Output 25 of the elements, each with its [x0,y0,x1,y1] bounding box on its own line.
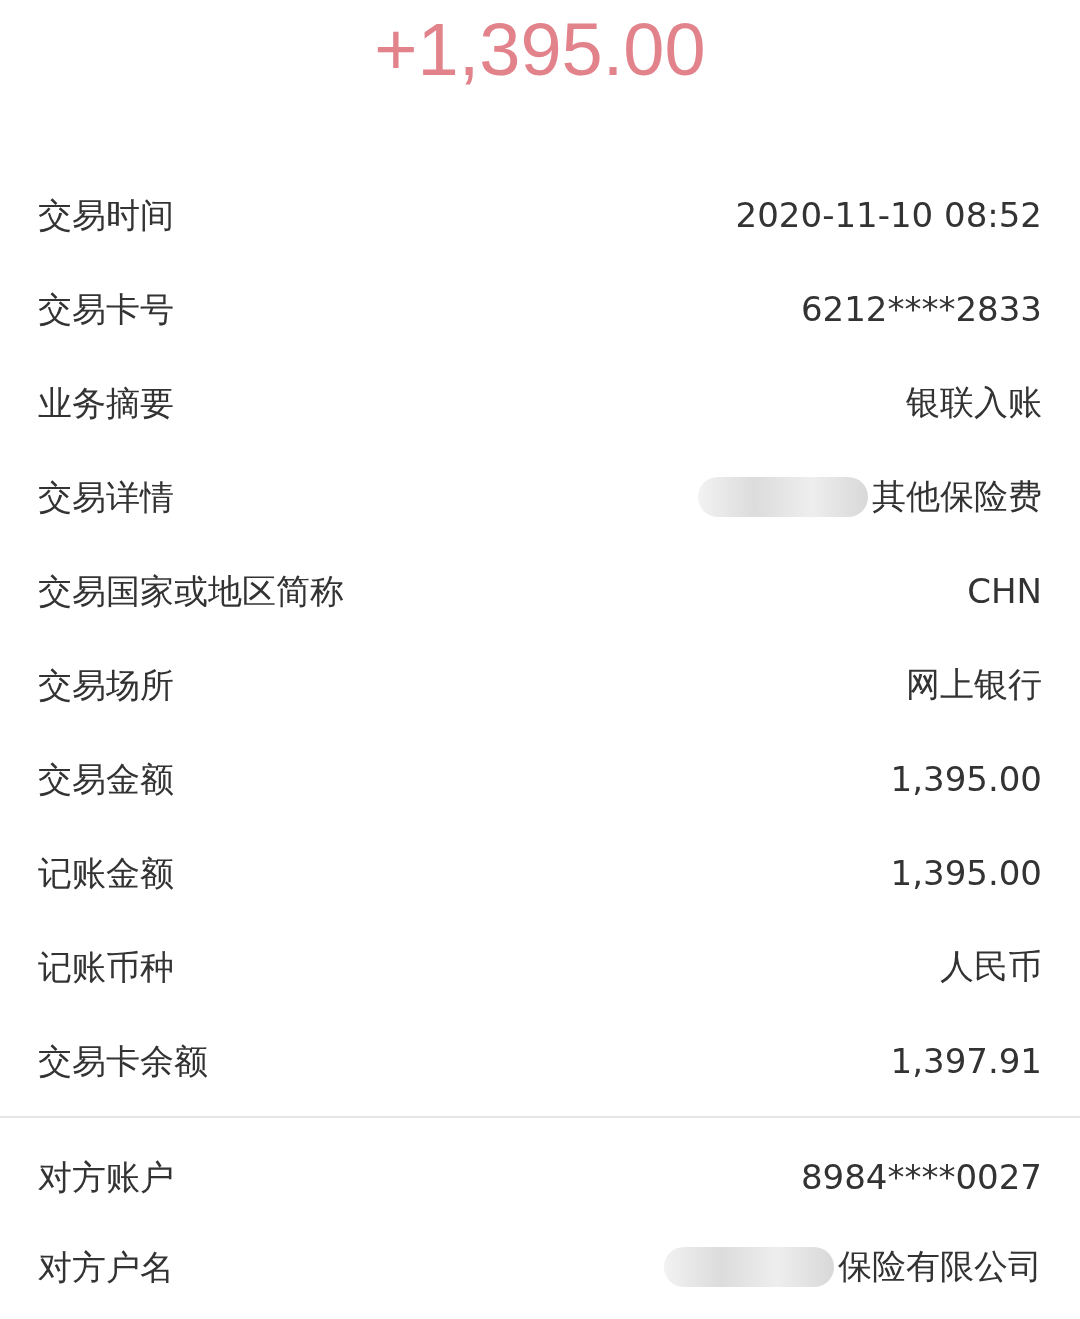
field-label: 交易国家或地区简称 [38,570,344,613]
field-value: 1,395.00 [890,759,1042,799]
field-label: 对方账户 [38,1156,174,1199]
field-value: 8984****0027 [800,1157,1042,1197]
field-label: 交易金额 [38,758,174,801]
field-label: 交易时间 [38,194,174,237]
field-label: 交易卡余额 [38,1040,208,1083]
field-value: 2020-11-10 08:52 [735,195,1042,235]
field-label: 交易卡号 [38,288,174,331]
field-label: 业务摘要 [38,382,174,425]
field-value: 网上银行 [906,663,1042,706]
field-label: 记账币种 [38,946,174,989]
field-value: 保险有限公司 [838,1245,1042,1288]
field-value: CHN [967,571,1042,611]
field-value: 其他保险费 [872,475,1042,518]
field-value: 银联入账 [906,381,1042,424]
field-label: 记账金额 [38,852,174,895]
transaction-amount: +1,395.00 [373,7,707,93]
field-label: 对方户名 [38,1246,174,1289]
field-label: 交易详情 [38,476,174,519]
field-value: 1,397.91 [890,1041,1042,1081]
field-value: 1,395.00 [890,853,1042,893]
field-label: 交易场所 [38,664,174,707]
field-value: 6212****2833 [800,289,1042,329]
field-value: 人民币 [940,945,1042,988]
